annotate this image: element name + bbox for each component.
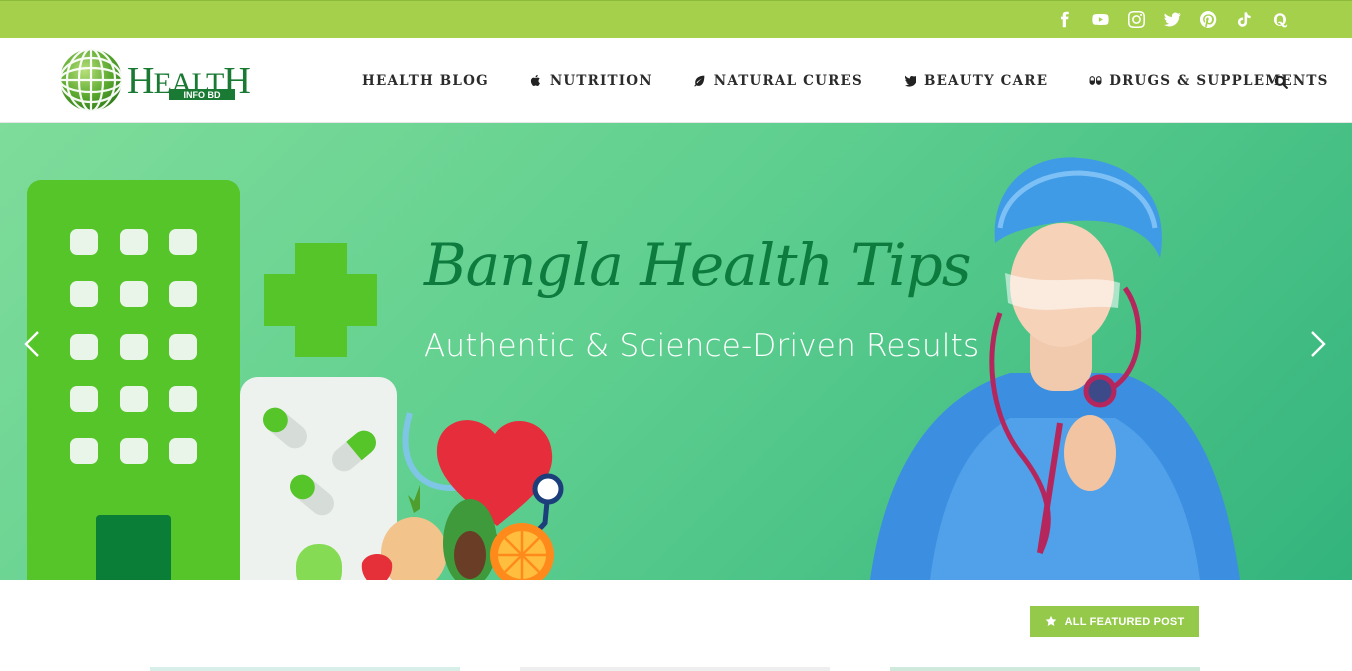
site-header: HEALTH INFO BD HEALTH BLOG NUTRITION NAT…: [0, 38, 1352, 123]
featured-card-top[interactable]: [890, 667, 1200, 671]
strawberry-shape: [361, 554, 393, 580]
chevron-left-icon[interactable]: [21, 329, 43, 359]
pinterest-icon[interactable]: [1199, 10, 1218, 29]
nav-item-health-blog[interactable]: HEALTH BLOG: [362, 73, 489, 89]
nav-label: NATURAL CURES: [713, 72, 863, 89]
youtube-icon[interactable]: [1091, 10, 1110, 29]
medical-cross-shape: [264, 243, 377, 357]
nav-label: DRUGS & SUPPLEMENTS: [1109, 72, 1329, 89]
doctor-figure: [870, 157, 1240, 580]
nav-label: NUTRITION: [549, 72, 653, 89]
featured-card-top[interactable]: [520, 667, 830, 671]
hero-slider: Bangla Health Tips Authentic & Science-D…: [0, 123, 1352, 580]
bird-icon: [903, 74, 917, 88]
nav-label: BEAUTY CARE: [923, 72, 1049, 89]
social-links: [1055, 10, 1290, 29]
nav-label: HEALTH BLOG: [362, 72, 489, 89]
quora-icon[interactable]: [1271, 10, 1290, 29]
search-icon[interactable]: [1274, 74, 1289, 89]
chevron-right-icon[interactable]: [1307, 329, 1329, 359]
nav-item-natural-cures[interactable]: NATURAL CURES: [693, 73, 863, 89]
nav-item-beauty-care[interactable]: BEAUTY CARE: [903, 73, 1048, 89]
leaf-icon: [693, 74, 707, 88]
main-nav: HEALTH BLOG NUTRITION NATURAL CURES BEAU…: [362, 38, 1352, 123]
hero-subtitle: Authentic & Science-Driven Results: [424, 328, 980, 364]
pills-icon: [1088, 74, 1102, 88]
nav-item-nutrition[interactable]: NUTRITION: [529, 73, 653, 89]
tiktok-icon[interactable]: [1235, 10, 1254, 29]
logo-subtext: INFO BD: [184, 90, 221, 100]
facebook-icon[interactable]: [1055, 10, 1074, 29]
nav-item-drugs-supplements[interactable]: DRUGS & SUPPLEMENTS: [1088, 73, 1328, 89]
featured-button-label: ALL FEATURED POST: [1064, 615, 1185, 628]
all-featured-post-button[interactable]: ALL FEATURED POST: [1030, 606, 1199, 637]
site-logo[interactable]: HEALTH INFO BD: [58, 47, 264, 113]
twitter-icon[interactable]: [1163, 10, 1182, 29]
apple-icon: [529, 74, 543, 88]
instagram-icon[interactable]: [1127, 10, 1146, 29]
star-icon: [1045, 612, 1057, 631]
hospital-door: [96, 515, 171, 580]
featured-card-top[interactable]: [150, 667, 460, 671]
top-bar: [0, 0, 1352, 38]
hero-title: Bangla Health Tips: [424, 231, 972, 299]
